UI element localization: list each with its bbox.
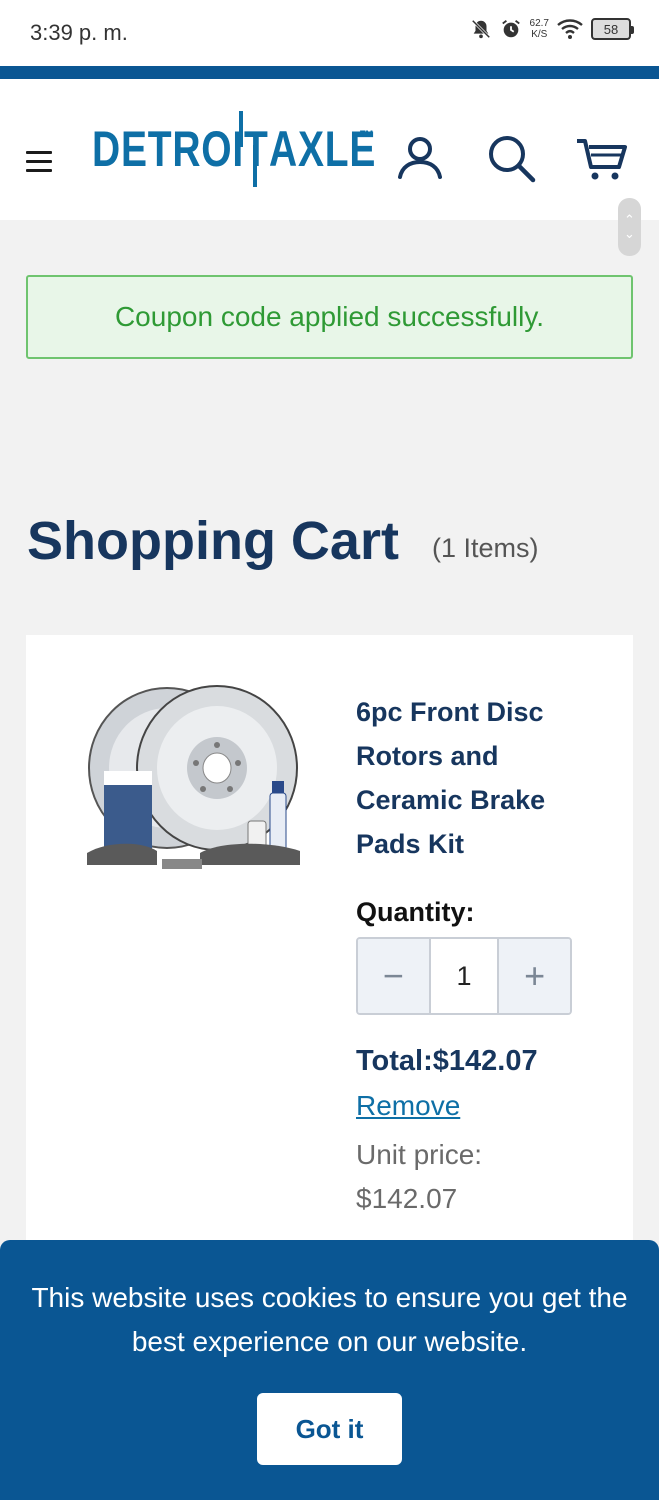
header-stripe: [0, 66, 659, 79]
detroit-axle-logo[interactable]: DETROIT AXLE TM: [92, 109, 375, 189]
coupon-message: Coupon code applied successfully.: [114, 301, 545, 332]
chevron-down-icon: ⌄: [624, 226, 635, 241]
bell-muted-icon: [471, 19, 490, 39]
logo-divider: [239, 111, 243, 147]
quantity-stepper: − 1 +: [356, 937, 572, 1015]
network-speed: 62.7 K/S: [530, 18, 549, 40]
battery-level: 58: [603, 21, 619, 37]
product-name[interactable]: 6pc Front Disc Rotors and Ceramic Brake …: [356, 690, 596, 866]
product-image[interactable]: [82, 683, 304, 883]
wifi-icon: [557, 19, 583, 39]
cart-icon[interactable]: [575, 131, 629, 185]
status-bar: 3:39 p. m. 62.7 K/S 58: [0, 0, 659, 66]
decrement-button[interactable]: −: [358, 939, 429, 1013]
remove-link[interactable]: Remove: [356, 1090, 460, 1122]
cart-item: 6pc Front Disc Rotors and Ceramic Brake …: [26, 635, 633, 1275]
unit-price-value: $142.07: [356, 1183, 458, 1214]
cookie-message: This website uses cookies to ensure you …: [31, 1282, 628, 1357]
cookie-banner: This website uses cookies to ensure you …: [0, 1240, 659, 1500]
account-icon[interactable]: [393, 131, 447, 185]
logo-divider-lower: [253, 145, 257, 187]
page-title: Shopping Cart: [27, 511, 399, 571]
site-header: DETROIT AXLE TM: [0, 79, 659, 220]
network-speed-value: 62.7: [529, 18, 549, 29]
coupon-success-alert: Coupon code applied successfully.: [26, 275, 633, 359]
item-total: Total:$142.07: [356, 1045, 538, 1077]
unit-price: Unit price: $142.07: [356, 1133, 596, 1221]
status-time: 3:39 p. m.: [30, 20, 128, 45]
battery-icon: 58: [591, 18, 634, 40]
cart-item-count: (1 Items): [432, 533, 539, 563]
network-speed-unit: K/S: [531, 29, 548, 40]
search-icon[interactable]: [484, 131, 538, 185]
accept-cookies-button[interactable]: Got it: [257, 1393, 402, 1465]
status-icons: 62.7 K/S 58: [470, 18, 634, 40]
scroll-handle[interactable]: ⌃ ⌄: [618, 198, 641, 256]
quantity-value[interactable]: 1: [428, 939, 500, 1013]
alarm-icon: [501, 20, 520, 38]
menu-icon[interactable]: [26, 151, 52, 173]
logo-trademark: TM: [360, 129, 373, 139]
chevron-up-icon: ⌃: [624, 212, 635, 227]
quantity-label: Quantity:: [356, 897, 475, 927]
increment-button[interactable]: +: [499, 939, 570, 1013]
unit-price-label: Unit price:: [356, 1139, 483, 1170]
